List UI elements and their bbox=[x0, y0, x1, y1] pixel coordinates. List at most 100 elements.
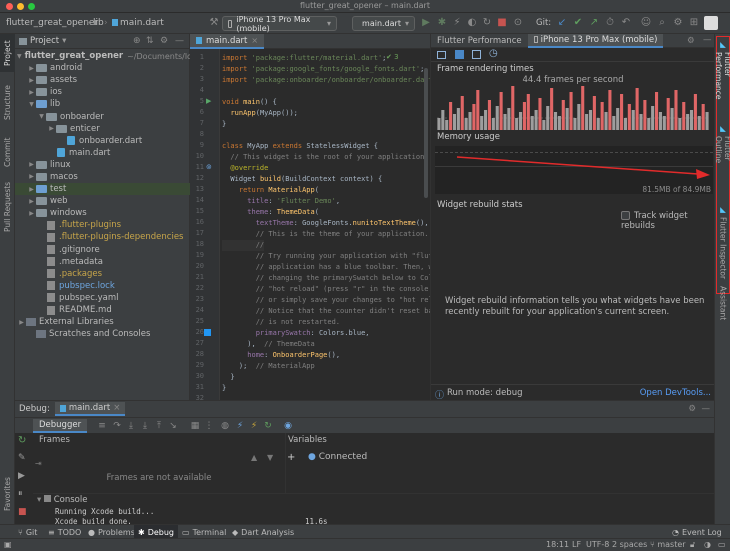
chevron-right-icon[interactable]: ▶ bbox=[27, 65, 36, 72]
hot-reload-icon[interactable]: ↻ bbox=[481, 17, 493, 29]
debug-icon[interactable]: ✱ bbox=[436, 17, 448, 29]
debugger-tab[interactable]: Debugger bbox=[33, 419, 88, 433]
trace-icon[interactable]: ⋮ bbox=[204, 421, 214, 431]
repaint-rainbow-icon[interactable] bbox=[455, 50, 464, 59]
run-to-cursor-icon[interactable]: ↘ bbox=[168, 421, 178, 431]
ide-update-icon[interactable]: ⊞ bbox=[688, 17, 700, 29]
line-number[interactable]: 7 bbox=[190, 119, 204, 127]
tree-item[interactable]: ▶ assets bbox=[15, 74, 190, 86]
code-area[interactable]: import 'package:flutter/material.dart'; i… bbox=[222, 49, 430, 400]
locate-icon[interactable]: ⊕ bbox=[133, 36, 141, 46]
close-icon[interactable]: × bbox=[251, 36, 258, 45]
settings-icon[interactable]: ⚙ bbox=[160, 36, 168, 46]
line-number[interactable]: 4 bbox=[190, 86, 204, 94]
assistant-tool-tab[interactable]: Assistant bbox=[715, 272, 730, 334]
favorites-tool-tab[interactable]: Favorites bbox=[0, 470, 15, 518]
tree-item[interactable]: .packages bbox=[15, 268, 190, 280]
code-line[interactable]: ), // ThemeData bbox=[222, 339, 314, 350]
line-number[interactable]: 22 bbox=[190, 284, 204, 292]
down-icon[interactable]: ▼ bbox=[267, 453, 273, 462]
tree-item[interactable]: .metadata bbox=[15, 256, 190, 268]
line-number[interactable]: 15 bbox=[190, 207, 204, 215]
git-push-icon[interactable]: ↗ bbox=[588, 17, 600, 29]
line-number[interactable]: 8 bbox=[190, 130, 204, 138]
tree-item[interactable]: .flutter-plugins bbox=[15, 219, 190, 231]
editor-tab-main-dart[interactable]: main.dart × bbox=[190, 34, 265, 49]
debug-run-tab[interactable]: main.dart × bbox=[54, 402, 126, 416]
run-icon[interactable]: ▶ bbox=[420, 17, 432, 29]
code-line[interactable]: // changing the primarySwatch below to C… bbox=[222, 273, 430, 284]
flutter-performance-tool-tab[interactable]: ◣ Flutter Performance bbox=[714, 40, 730, 116]
code-line[interactable]: class MyApp extends StatelessWidget { bbox=[222, 141, 378, 152]
settings-icon[interactable]: ⚙ bbox=[672, 17, 684, 29]
code-line[interactable]: @override bbox=[222, 163, 268, 174]
breadcrumb-lib[interactable]: lib bbox=[93, 18, 104, 28]
tree-item[interactable]: main.dart bbox=[15, 147, 190, 159]
show-execution-point-icon[interactable]: ≡ bbox=[97, 421, 107, 431]
git-branch[interactable]: ⑂ master bbox=[650, 540, 686, 549]
device-selector[interactable]: iPhone 13 Pro Max (mobile) ▾ bbox=[222, 15, 337, 33]
code-line[interactable]: import 'package:onboarder/onboarder/onbo… bbox=[222, 75, 430, 86]
code-line[interactable]: Widget build(BuildContext context) { bbox=[222, 174, 382, 185]
project-panel-title[interactable]: Project bbox=[30, 36, 59, 46]
code-line[interactable]: // or simply save your changes to "hot r… bbox=[222, 295, 430, 306]
collapse-all-icon[interactable]: ⇅ bbox=[146, 36, 154, 46]
code-line[interactable]: // "hot reload" (press "r" in the consol… bbox=[222, 284, 430, 295]
line-number[interactable]: 25 bbox=[190, 317, 204, 325]
git-commit-icon[interactable]: ✔ bbox=[572, 17, 584, 29]
attach-icon[interactable]: ⚡ bbox=[451, 17, 463, 29]
add-watch-icon[interactable]: + bbox=[287, 452, 295, 463]
line-number[interactable]: 11 bbox=[190, 163, 204, 171]
line-number[interactable]: 13 bbox=[190, 185, 204, 193]
tree-item[interactable]: .flutter-plugins-dependencies bbox=[15, 231, 190, 243]
chevron-right-icon[interactable]: ▶ bbox=[47, 125, 56, 132]
tree-item[interactable]: ▶ windows bbox=[15, 207, 190, 219]
chevron-down-icon[interactable]: ▼ bbox=[37, 113, 46, 120]
project-tool-tab[interactable]: Project bbox=[0, 34, 15, 72]
code-line[interactable]: primarySwatch: Colors.blue, bbox=[222, 328, 370, 339]
tree-item[interactable]: ▼ onboarder bbox=[15, 110, 190, 122]
code-line[interactable]: // Notice that the counter didn't reset … bbox=[222, 306, 430, 317]
tree-item[interactable]: ▶ android bbox=[15, 62, 190, 74]
code-line[interactable]: // is not restarted. bbox=[222, 317, 340, 328]
code-line[interactable]: title: 'Flutter Demo', bbox=[222, 196, 340, 207]
track-widget-rebuilds[interactable]: Track widget rebuilds bbox=[621, 211, 714, 231]
performance-overlay-icon[interactable] bbox=[437, 51, 446, 59]
breadcrumb-file[interactable]: main.dart bbox=[112, 18, 164, 28]
code-line[interactable]: home: OnboarderPage(), bbox=[222, 350, 340, 361]
code-line[interactable]: // This widget is the root of your appli… bbox=[222, 152, 428, 163]
code-line[interactable]: // bbox=[222, 240, 265, 251]
tree-item[interactable]: Scratches and Consoles bbox=[15, 328, 190, 340]
track-rebuilds-checkbox[interactable] bbox=[621, 211, 630, 220]
hot-reload-icon[interactable]: ⚡ bbox=[249, 421, 259, 431]
code-line[interactable]: } bbox=[222, 372, 234, 383]
settings-icon[interactable]: ⚙ bbox=[687, 36, 695, 46]
line-number[interactable]: 23 bbox=[190, 295, 204, 303]
pause-icon[interactable]: ⏸ bbox=[18, 489, 23, 499]
lock-icon[interactable]: 🔓︎ bbox=[690, 540, 695, 550]
console-header[interactable]: ▾ Console bbox=[37, 495, 87, 505]
pull-requests-tool-tab[interactable]: Pull Requests bbox=[0, 176, 15, 238]
hide-icon[interactable]: — bbox=[175, 36, 184, 46]
code-line[interactable]: // Try running your application with "fl… bbox=[222, 251, 430, 262]
tree-item[interactable]: README.md bbox=[15, 304, 190, 316]
open-devtools-link[interactable]: Open DevTools... bbox=[640, 388, 711, 398]
todo-tool-tab[interactable]: ≡ TODO bbox=[44, 525, 85, 539]
tree-item[interactable]: .gitignore bbox=[15, 244, 190, 256]
settings-icon[interactable]: ⚙ bbox=[688, 404, 696, 414]
hide-icon[interactable]: — bbox=[703, 35, 712, 45]
line-number[interactable]: 17 bbox=[190, 229, 204, 237]
terminal-tool-tab[interactable]: ▭ Terminal bbox=[178, 525, 230, 539]
avatar[interactable] bbox=[704, 16, 718, 30]
code-line[interactable]: // This is the theme of your application… bbox=[222, 229, 429, 240]
code-line[interactable]: void main() { bbox=[222, 97, 277, 108]
flutter-outline-tool-tab[interactable]: ◣ Flutter Outline bbox=[714, 124, 730, 188]
line-number[interactable]: 21 bbox=[190, 273, 204, 281]
step-into-icon[interactable]: ⤓ bbox=[126, 421, 136, 431]
line-number[interactable]: 18 bbox=[190, 240, 204, 248]
tree-item[interactable]: ▶ ios bbox=[15, 86, 190, 98]
line-number[interactable]: 27 bbox=[190, 339, 204, 347]
tree-item[interactable]: ▶ web bbox=[15, 195, 190, 207]
tree-item[interactable]: onboarder.dart bbox=[15, 135, 190, 147]
git-tool-tab[interactable]: ⑂ Git bbox=[14, 525, 41, 539]
